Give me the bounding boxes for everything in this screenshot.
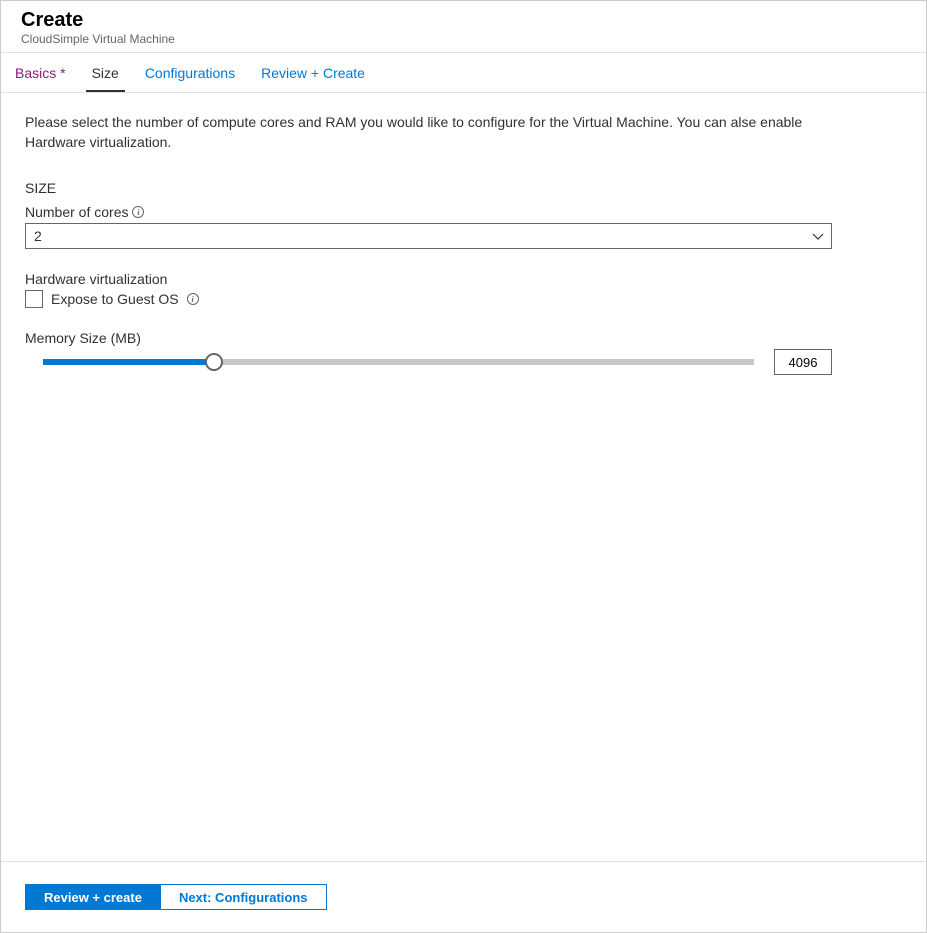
memory-label: Memory Size (MB) bbox=[25, 330, 902, 346]
tab-bar: Basics * Size Configurations Review + Cr… bbox=[1, 53, 926, 93]
cores-select-wrap: 2 bbox=[25, 223, 832, 249]
intro-text: Please select the number of compute core… bbox=[25, 113, 825, 152]
memory-slider-thumb[interactable] bbox=[205, 353, 223, 371]
memory-slider-row bbox=[25, 349, 832, 375]
page-subtitle: CloudSimple Virtual Machine bbox=[21, 32, 906, 46]
hw-virt-label: Hardware virtualization bbox=[25, 271, 902, 287]
cores-label: Number of cores i bbox=[25, 204, 902, 220]
page-title: Create bbox=[21, 9, 906, 32]
page-header: Create CloudSimple Virtual Machine bbox=[1, 1, 926, 53]
tab-basics[interactable]: Basics * bbox=[13, 55, 68, 91]
hw-virt-checkbox[interactable] bbox=[25, 290, 43, 308]
review-create-button[interactable]: Review + create bbox=[25, 884, 160, 910]
hw-virt-checkbox-label: Expose to Guest OS bbox=[51, 291, 179, 307]
cores-label-text: Number of cores bbox=[25, 204, 128, 220]
hw-virt-row: Expose to Guest OS i bbox=[25, 290, 902, 308]
tab-configurations[interactable]: Configurations bbox=[143, 55, 237, 91]
content-area: Please select the number of compute core… bbox=[1, 93, 926, 861]
tab-size[interactable]: Size bbox=[90, 55, 121, 91]
section-heading-size: SIZE bbox=[25, 180, 902, 196]
info-icon[interactable]: i bbox=[187, 293, 199, 305]
cores-select[interactable]: 2 bbox=[25, 223, 832, 249]
memory-slider-fill bbox=[43, 359, 214, 365]
memory-value-input[interactable] bbox=[774, 349, 832, 375]
memory-slider[interactable] bbox=[43, 359, 754, 365]
footer: Review + create Next: Configurations bbox=[1, 861, 926, 932]
next-configurations-button[interactable]: Next: Configurations bbox=[160, 884, 327, 910]
cores-select-value: 2 bbox=[34, 228, 42, 244]
info-icon[interactable]: i bbox=[132, 206, 144, 218]
tab-review-create[interactable]: Review + Create bbox=[259, 55, 367, 91]
